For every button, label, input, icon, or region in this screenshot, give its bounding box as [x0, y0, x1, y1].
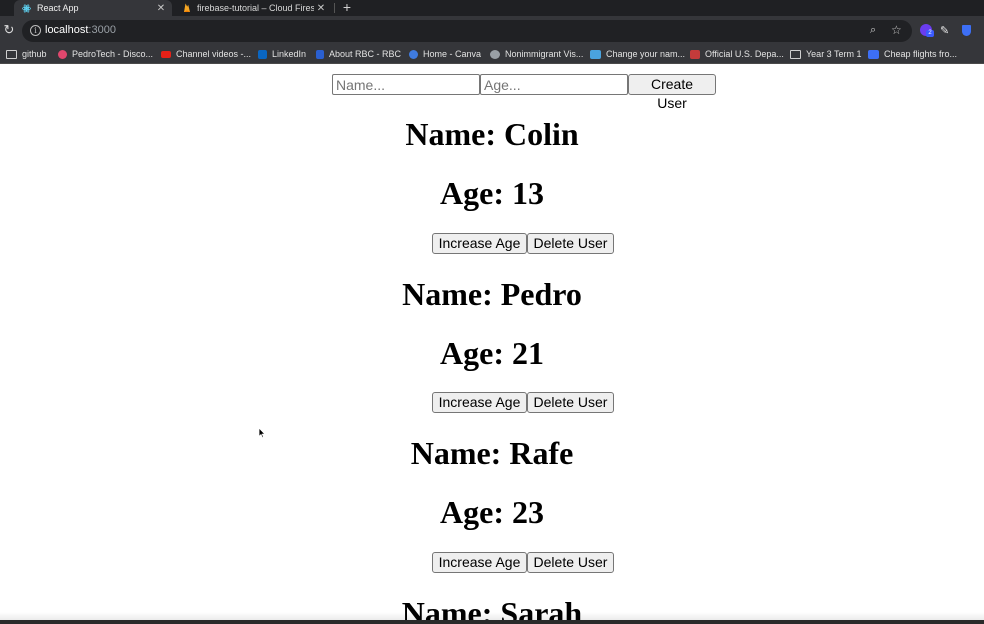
tab-divider — [334, 3, 335, 13]
delete-user-button[interactable]: Delete User — [527, 392, 614, 413]
tab-firebase[interactable]: firebase-tutorial – Cloud Firest ✕ — [174, 0, 332, 16]
create-user-form: Create User — [332, 74, 716, 111]
seal-icon — [690, 49, 700, 59]
user-age: Age: 21 — [440, 335, 544, 371]
bookmark-label: Year 3 Term 1 — [806, 49, 862, 59]
increase-age-button[interactable]: Increase Age — [432, 233, 527, 254]
site-icon — [490, 49, 500, 59]
age-input[interactable] — [480, 74, 628, 95]
extension-icon[interactable]: 2 — [920, 24, 934, 37]
bookmark-channel-videos[interactable]: Channel videos -... — [161, 47, 251, 61]
extension-badge: 2 — [926, 30, 934, 37]
bookmark-github[interactable]: github — [6, 47, 47, 61]
mouse-cursor-icon — [258, 427, 266, 439]
bookmark-label: Home - Canva — [423, 49, 482, 59]
user-age: Age: 13 — [440, 175, 544, 211]
bookmark-label: Official U.S. Depa... — [705, 49, 784, 59]
edit-extension-icon[interactable]: ✎ — [940, 24, 949, 37]
address-bar[interactable]: i localhost:3000 ⌕ ☆ — [22, 20, 912, 42]
bookmark-label: LinkedIn — [272, 49, 307, 59]
tab-title: React App — [37, 3, 79, 13]
user-name: Name: Pedro — [402, 276, 582, 312]
discord-icon — [58, 49, 67, 59]
bookmark-label: Cheap flights fro... — [884, 49, 958, 59]
zoom-icon[interactable]: ⌕ — [870, 24, 876, 37]
bookmark-star-icon[interactable]: ☆ — [891, 23, 902, 37]
window-bottom-edge — [0, 620, 984, 624]
folder-icon — [790, 49, 801, 59]
firebase-icon — [182, 3, 191, 13]
react-icon — [22, 4, 31, 13]
user-actions: Increase Age Delete User — [432, 392, 616, 414]
bookmark-us-dept[interactable]: Official U.S. Depa... — [690, 47, 784, 61]
url-host: localhost — [45, 24, 89, 36]
page-content: Create User Name: Colin Age: 13 Increase… — [0, 65, 984, 620]
close-tab-icon[interactable]: ✕ — [154, 3, 168, 14]
url-text[interactable]: localhost:3000 — [45, 24, 116, 36]
tab-title: firebase-tutorial – Cloud Firest — [197, 3, 314, 13]
browser-toolbar: ↻ i localhost:3000 ⌕ ☆ — [0, 16, 984, 44]
user-age: Age: 23 — [440, 494, 544, 530]
bookmark-canva[interactable]: Home - Canva — [409, 47, 481, 61]
close-tab-icon[interactable]: ✕ — [314, 3, 328, 14]
increase-age-button[interactable]: Increase Age — [432, 392, 527, 413]
bookmark-change-name[interactable]: Change your nam... — [590, 47, 685, 61]
bookmark-label: Change your nam... — [606, 49, 686, 59]
increase-age-button[interactable]: Increase Age — [432, 552, 527, 573]
rbc-icon — [316, 49, 324, 59]
bookmark-flights[interactable]: Cheap flights fro... — [868, 47, 957, 61]
bookmark-label: PedroTech - Disco... — [72, 49, 154, 59]
linkedin-icon — [258, 49, 267, 59]
bookmark-label: github — [22, 49, 47, 59]
user-name: Name: Rafe — [410, 435, 574, 471]
youtube-icon — [161, 50, 171, 58]
bookmark-year3[interactable]: Year 3 Term 1 — [790, 47, 862, 61]
bookmark-label: Channel videos -... — [176, 49, 252, 59]
tab-strip: React App ✕ firebase-tutorial – Cloud Fi… — [0, 0, 984, 16]
bookmarks-bar: github PedroTech - Disco... Channel vide… — [0, 44, 984, 64]
tab-react-app[interactable]: React App ✕ — [14, 0, 172, 16]
bookmark-label: Nonimmigrant Vis... — [505, 49, 584, 59]
url-port: :3000 — [88, 24, 116, 36]
delete-user-button[interactable]: Delete User — [527, 552, 614, 573]
flights-icon — [868, 49, 879, 59]
shield-extension-icon[interactable] — [962, 25, 971, 36]
info-icon[interactable]: i — [30, 25, 41, 36]
page-bottom-shadow — [0, 612, 984, 620]
name-input[interactable] — [332, 74, 480, 95]
new-tab-icon[interactable]: + — [340, 0, 354, 16]
bookmark-pedrotech[interactable]: PedroTech - Disco... — [58, 47, 153, 61]
user-actions: Increase Age Delete User — [432, 552, 616, 574]
user-actions: Increase Age Delete User — [432, 233, 616, 255]
bookmark-rbc[interactable]: About RBC - RBC — [316, 47, 401, 61]
user-name: Name: Colin — [405, 116, 579, 152]
bookmark-linkedin[interactable]: LinkedIn — [258, 47, 306, 61]
folder-icon — [6, 49, 17, 59]
site-icon — [590, 49, 601, 59]
reload-icon[interactable]: ↻ — [2, 22, 16, 38]
bookmark-label: About RBC - RBC — [329, 49, 402, 59]
bookmark-nonimmigrant[interactable]: Nonimmigrant Vis... — [490, 47, 583, 61]
create-user-button[interactable]: Create User — [628, 74, 716, 111]
delete-user-button[interactable]: Delete User — [527, 233, 614, 254]
canva-icon — [409, 49, 418, 59]
